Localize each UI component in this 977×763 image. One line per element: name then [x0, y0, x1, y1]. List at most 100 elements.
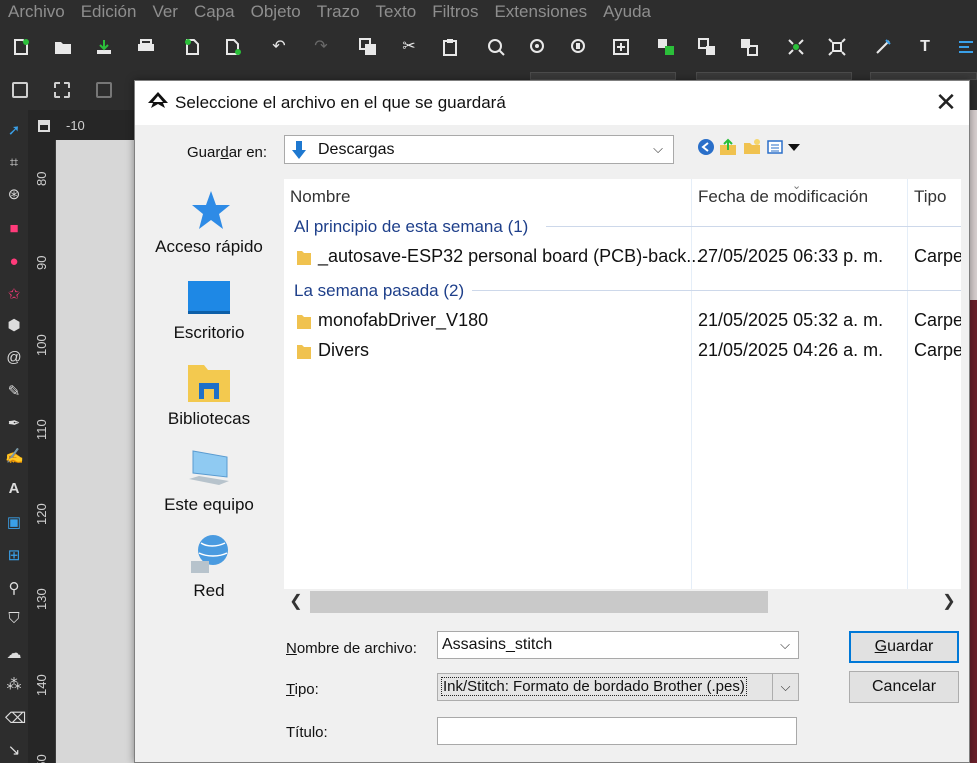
export-icon[interactable] [224, 38, 242, 56]
ungroup-icon[interactable] [740, 38, 758, 56]
duplicate-icon[interactable] [359, 38, 377, 56]
cancel-button[interactable]: Cancelar [849, 671, 959, 703]
menubar: Archivo Edición Ver Capa Objeto Trazo Te… [0, 0, 977, 24]
star-tool-icon[interactable]: ✩ [5, 286, 23, 304]
select-all-layers-icon[interactable] [54, 82, 70, 98]
save-in-dropdown[interactable]: Descargas ⌵ [284, 135, 674, 164]
pen-tool-icon[interactable]: ✒ [5, 415, 23, 433]
place-desktop[interactable]: Escritorio [145, 267, 273, 353]
scroll-thumb[interactable] [310, 591, 768, 613]
ellipse-tool-icon[interactable]: ● [5, 253, 23, 271]
up-folder-icon[interactable] [719, 138, 737, 156]
print-icon[interactable] [137, 38, 155, 56]
ruler-v-label: 100 [34, 334, 49, 356]
zoom-selection-icon[interactable] [487, 38, 505, 56]
menu-extensiones[interactable]: Extensiones [486, 0, 595, 24]
save-button[interactable]: Guardar [849, 631, 959, 663]
lock-icon[interactable] [38, 120, 50, 132]
gradient-tool-icon[interactable]: ▣ [5, 514, 23, 532]
filetype-select[interactable]: Ink/Stitch: Formato de bordado Brother (… [437, 673, 799, 701]
calligraphy-tool-icon[interactable]: ✍ [5, 448, 24, 466]
ruler-v-label: 80 [34, 171, 49, 186]
pencil-tool-icon[interactable]: ✎ [5, 383, 23, 401]
column-header-type[interactable]: Tipo [914, 179, 946, 215]
fill-stroke-icon[interactable] [874, 38, 892, 56]
menu-trazo[interactable]: Trazo [309, 0, 368, 24]
paste-icon[interactable] [441, 38, 459, 56]
back-icon[interactable] [697, 138, 715, 156]
list-item[interactable]: _autosave-ESP32 personal board (PCB)-bac… [284, 242, 961, 272]
place-network[interactable]: Red [145, 525, 273, 611]
group-icon[interactable] [698, 38, 716, 56]
transform-icon[interactable] [828, 38, 846, 56]
dropper-tool-icon[interactable]: ⚲ [5, 580, 23, 598]
undo-icon[interactable]: ↶ [270, 38, 288, 56]
caret-down-icon[interactable] [785, 138, 803, 156]
zoom-center-icon[interactable] [612, 38, 630, 56]
canvas-artwork [970, 110, 977, 763]
spray-tool-icon[interactable]: ☁ [5, 645, 23, 663]
new-document-icon[interactable] [12, 38, 30, 56]
select-all-icon[interactable] [12, 82, 28, 98]
menu-capa[interactable]: Capa [186, 0, 243, 24]
commands-toolbar: ↶ ↷ ✂ T [0, 24, 977, 72]
mesh-tool-icon[interactable]: ⊞ [5, 547, 23, 565]
chevron-down-icon[interactable]: ⌵ [772, 674, 798, 700]
3d-box-tool-icon[interactable]: ⬢ [5, 317, 23, 335]
menu-edicion[interactable]: Edición [73, 0, 145, 24]
canvas[interactable] [56, 140, 134, 763]
x-coordinate-field[interactable] [530, 72, 676, 80]
menu-archivo[interactable]: Archivo [0, 0, 73, 24]
zoom-drawing-icon[interactable] [529, 38, 547, 56]
rectangle-tool-icon[interactable]: ■ [5, 220, 23, 238]
view-menu-icon[interactable] [767, 138, 785, 156]
scroll-right-icon[interactable]: ❯ [937, 589, 961, 615]
text-tool-icon[interactable]: A [5, 480, 23, 498]
new-folder-icon[interactable] [743, 138, 761, 156]
raise-icon[interactable] [657, 38, 675, 56]
column-header-date[interactable]: Fecha de modificación [698, 179, 868, 215]
node-tool-icon[interactable]: ⌗ [5, 154, 23, 172]
save-icon[interactable] [95, 38, 113, 56]
menu-filtros[interactable]: Filtros [424, 0, 486, 24]
eraser-tool-icon[interactable]: ⌫ [5, 710, 26, 728]
menu-ayuda[interactable]: Ayuda [595, 0, 659, 24]
list-item[interactable]: monofabDriver_V180 21/05/2025 05:32 a. m… [284, 306, 961, 336]
selector-tool-icon[interactable]: ➚ [5, 122, 23, 140]
filename-field[interactable]: Assasins_stitch ⌵ [437, 631, 799, 659]
text-font-icon[interactable]: T [916, 38, 934, 56]
group-header[interactable]: Al principio de esta semana (1) [294, 217, 528, 237]
redo-icon[interactable]: ↷ [312, 38, 330, 56]
places-sidebar: Acceso rápido Escritorio Bibliotecas Est… [145, 181, 273, 621]
deselect-icon[interactable] [96, 82, 112, 98]
import-icon[interactable] [183, 38, 201, 56]
file-name: monofabDriver_V180 [318, 310, 489, 330]
list-item[interactable]: Divers 21/05/2025 04:26 a. m. Carpe [284, 336, 961, 366]
place-quick-access[interactable]: Acceso rápido [145, 181, 273, 267]
place-this-pc[interactable]: Este equipo [145, 439, 273, 525]
menu-texto[interactable]: Texto [368, 0, 425, 24]
connector-tool-icon[interactable]: ↘ [5, 742, 23, 760]
tweak-tool-icon[interactable]: ⊛ [5, 186, 23, 204]
scroll-left-icon[interactable]: ❮ [284, 589, 308, 615]
align-icon[interactable] [957, 38, 975, 56]
zoom-page-icon[interactable] [570, 38, 588, 56]
title-input[interactable] [437, 717, 797, 745]
file-date: 21/05/2025 05:32 a. m. [698, 310, 884, 330]
open-folder-icon[interactable] [54, 38, 72, 56]
column-header-name[interactable]: Nombre [290, 179, 350, 215]
paint-bucket-tool-icon[interactable]: ⛉ [5, 610, 23, 628]
spray-can-tool-icon[interactable]: ⁂ [5, 676, 23, 694]
chevron-down-icon[interactable]: ⌵ [780, 637, 790, 653]
y-coordinate-field[interactable] [696, 72, 852, 80]
place-libraries[interactable]: Bibliotecas [145, 353, 273, 439]
node-editor-icon[interactable] [787, 38, 805, 56]
close-button[interactable]: ✕ [923, 81, 969, 125]
menu-ver[interactable]: Ver [144, 0, 186, 24]
menu-objeto[interactable]: Objeto [243, 0, 309, 24]
group-header[interactable]: La semana pasada (2) [294, 281, 464, 301]
cut-icon[interactable]: ✂ [400, 38, 418, 56]
horizontal-scrollbar[interactable]: ❮ ❯ [284, 589, 961, 615]
width-field[interactable] [870, 72, 977, 80]
spiral-tool-icon[interactable]: @ [5, 349, 23, 367]
